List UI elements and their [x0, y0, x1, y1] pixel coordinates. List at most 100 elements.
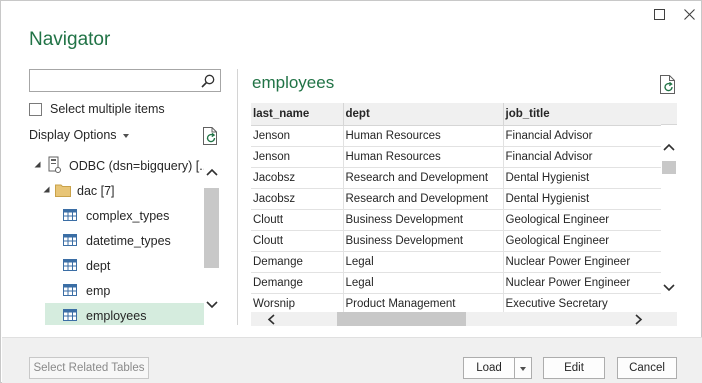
table-cell: Jacobsz: [251, 188, 344, 210]
table-cell: Human Resources: [343, 125, 504, 147]
table-cell: Dental Hygienist: [503, 188, 661, 210]
select-multiple-toggle[interactable]: Select multiple items: [29, 102, 165, 116]
scroll-up-icon[interactable]: [206, 168, 218, 176]
tree-item-complex-types[interactable]: complex_types: [29, 203, 204, 228]
refresh-preview-icon[interactable]: [659, 75, 677, 94]
scroll-up-icon[interactable]: [663, 143, 675, 151]
table-icon: [63, 234, 77, 246]
display-options-label: Display Options: [29, 128, 117, 142]
table-cell: Jenson: [251, 146, 344, 168]
table-cell: Human Resources: [343, 146, 504, 168]
navigator-dialog: Navigator Select multiple items Display …: [0, 0, 702, 383]
table-row: Demange Legal Nuclear Power Engineer: [251, 251, 661, 273]
chevron-down-icon: [520, 366, 526, 371]
table-cell: Executive Secretary: [503, 293, 661, 312]
grid-horizontal-scrollbar-thumb[interactable]: [337, 312, 466, 326]
chevron-down-icon: [122, 133, 129, 138]
refresh-icon[interactable]: [202, 127, 219, 145]
folder-icon: [55, 184, 71, 197]
preview-title: employees: [252, 73, 335, 92]
table-icon: [63, 284, 77, 296]
expand-icon[interactable]: [34, 161, 41, 168]
tree-item-label: emp: [86, 283, 111, 298]
column-header[interactable]: last_name: [251, 103, 344, 126]
column-header[interactable]: dept: [343, 103, 504, 126]
tree-scrollbar-thumb[interactable]: [204, 188, 219, 268]
dialog-footer: Select Related Tables Load Edit Cancel: [2, 337, 702, 383]
grid-header-filler: [661, 103, 677, 125]
table-icon: [63, 209, 77, 221]
pane-divider[interactable]: [237, 69, 238, 325]
load-button[interactable]: Load: [463, 357, 515, 379]
close-button[interactable]: [675, 3, 702, 25]
table-row: Cloutt Business Development Geological Eng…: [251, 230, 661, 252]
database-icon: [48, 156, 61, 173]
edit-button[interactable]: Edit: [543, 357, 605, 379]
scroll-right-icon[interactable]: [635, 314, 643, 325]
table-cell: Product Management: [343, 293, 504, 312]
table-cell: Geological Engineer: [503, 209, 661, 231]
tree-item-emp[interactable]: emp: [29, 278, 204, 303]
table-cell: Cloutt: [251, 230, 344, 252]
table-icon: [63, 309, 77, 321]
table-cell: Financial Advisor: [503, 146, 661, 168]
table-icon: [63, 259, 77, 271]
column-header[interactable]: job_title: [503, 103, 661, 126]
tree-item-odbc[interactable]: ODBC (dsn=bigquery) [...: [29, 153, 204, 178]
navigator-tree: ODBC (dsn=bigquery) [... dac [7] complex…: [29, 153, 204, 325]
table-cell: Legal: [343, 272, 504, 294]
table-row: Worsnip Product Management Executive Secre…: [251, 293, 661, 312]
table-row: Jacobsz Research and Development Dental Hy…: [251, 167, 661, 189]
table-cell: Nuclear Power Engineer: [503, 272, 661, 294]
table-cell: Worsnip: [251, 293, 344, 312]
scroll-down-icon[interactable]: [206, 301, 218, 309]
tree-item-datetime-types[interactable]: datetime_types: [29, 228, 204, 253]
select-multiple-checkbox[interactable]: [29, 102, 42, 116]
table-cell: Demange: [251, 272, 344, 294]
search-icon[interactable]: [200, 73, 216, 89]
tree-item-label: employees: [86, 308, 147, 323]
preview-table: last_name dept job_title Jenson Human Res…: [251, 103, 661, 312]
display-options-dropdown[interactable]: Display Options: [29, 128, 129, 142]
table-cell: Business Development: [343, 230, 504, 252]
tree-item-label: dept: [86, 258, 111, 273]
expand-icon[interactable]: [43, 186, 50, 193]
grid-vertical-scrollbar-thumb[interactable]: [662, 161, 676, 174]
table-cell: Research and Development: [343, 188, 504, 210]
cancel-button[interactable]: Cancel: [617, 357, 677, 379]
table-cell: Financial Advisor: [503, 125, 661, 147]
tree-item-label: dac [7]: [77, 183, 115, 198]
tree-item-dac[interactable]: dac [7]: [29, 178, 204, 203]
search-field[interactable]: [29, 69, 221, 92]
header-row: last_name dept job_title: [251, 103, 661, 126]
maximize-button[interactable]: [645, 3, 673, 25]
tree-item-label: datetime_types: [86, 233, 171, 248]
tree-item-dept[interactable]: dept: [29, 253, 204, 278]
select-multiple-label: Select multiple items: [50, 102, 165, 116]
search-input[interactable]: [30, 70, 190, 91]
scroll-left-icon[interactable]: [267, 314, 275, 325]
table-cell: Geological Engineer: [503, 230, 661, 252]
table-row: Jenson Human Resources Financial Advisor: [251, 146, 661, 168]
table-cell: Research and Development: [343, 167, 504, 189]
table-row: Demange Legal Nuclear Power Engineer: [251, 272, 661, 294]
scroll-down-icon[interactable]: [663, 284, 675, 292]
table-cell: Legal: [343, 251, 504, 273]
table-cell: Jenson: [251, 125, 344, 147]
table-row: Jenson Human Resources Financial Advisor: [251, 125, 661, 147]
table-cell: Demange: [251, 251, 344, 273]
tree-item-label: complex_types: [86, 208, 170, 223]
tree-item-label: ODBC (dsn=bigquery) [...: [69, 158, 204, 173]
table-cell: Cloutt: [251, 209, 344, 231]
select-related-tables-button[interactable]: Select Related Tables: [29, 357, 149, 379]
maximize-icon: [653, 8, 665, 20]
scrollbar-corner: [661, 312, 677, 326]
table-row: Cloutt Business Development Geological Eng…: [251, 209, 661, 231]
load-options-button[interactable]: [514, 357, 532, 379]
dialog-title: Navigator: [29, 29, 111, 50]
table-cell: Dental Hygienist: [503, 167, 661, 189]
table-row: Jacobsz Research and Development Dental Hy…: [251, 188, 661, 210]
close-icon: [683, 8, 695, 20]
table-cell: Jacobsz: [251, 167, 344, 189]
tree-item-employees[interactable]: employees: [45, 303, 204, 325]
